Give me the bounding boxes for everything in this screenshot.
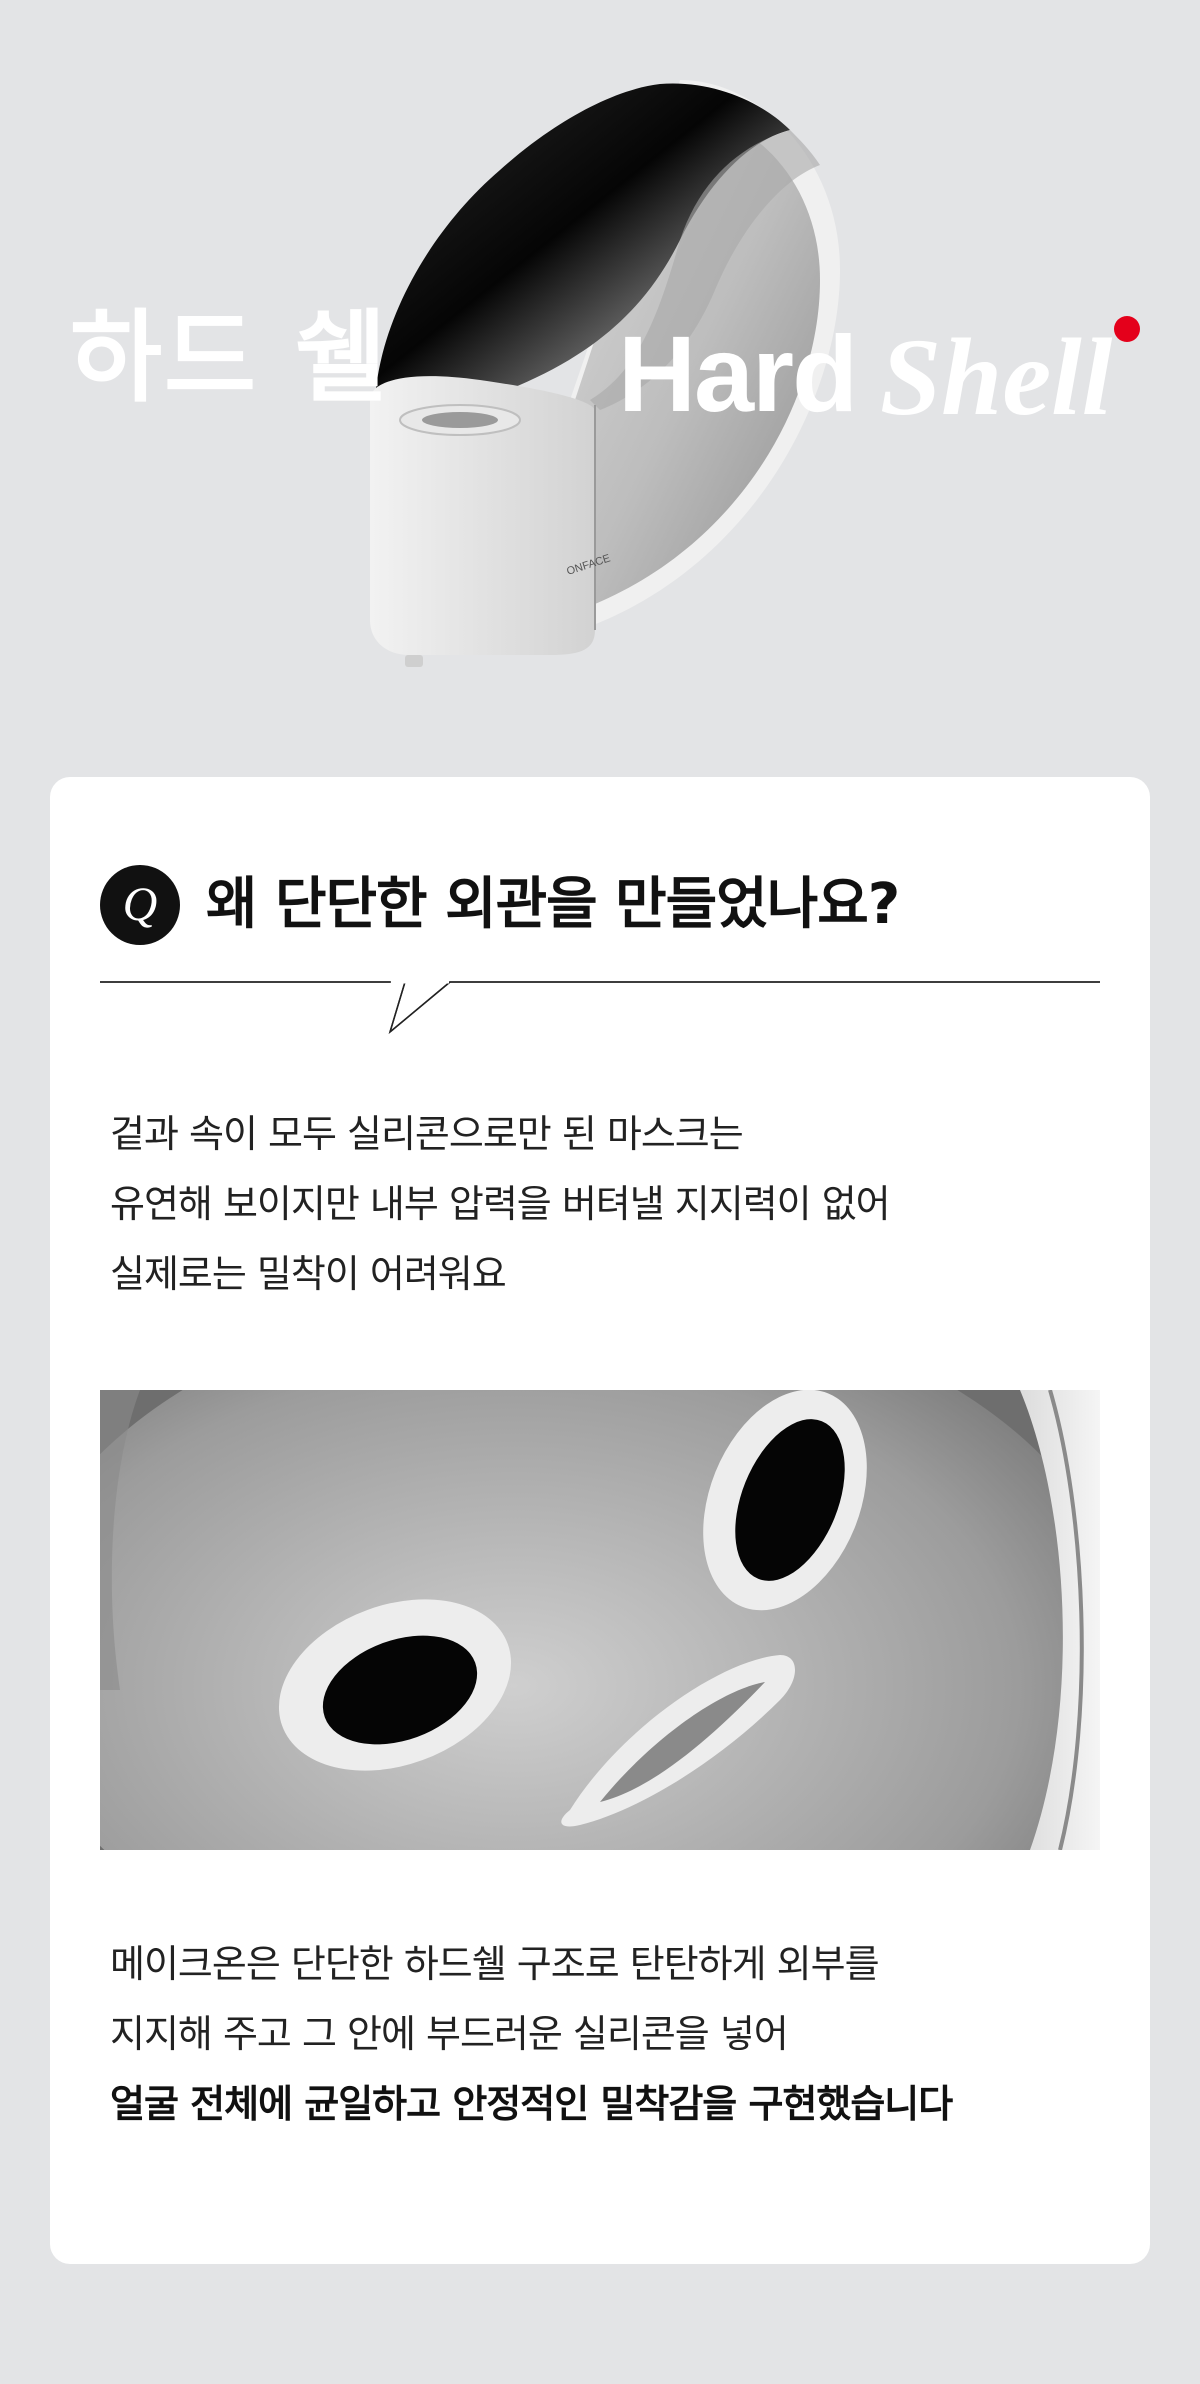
question-heading: 왜 단단한 외관을 만들었나요? [206,872,900,937]
question-badge: Q [100,865,180,945]
hero-title-korean: 하드 쉘 [70,299,389,416]
speech-bubble-divider [100,980,1100,1035]
paragraph-line: 겉과 속이 모두 실리콘으로만 된 마스크는 [110,1112,744,1156]
emphasis-line: 얼굴 전체에 균일하고 안정적인 밀착감을 구현했습니다 [110,2082,953,2126]
paragraph-line: 실제로는 밀착이 어려워요 [110,1252,507,1296]
red-accent-dot [1114,316,1140,342]
solution-paragraph: 메이크온은 단단한 하드쉘 구조로 탄탄하게 외부를 지지해 주고 그 안에 부… [110,1929,1100,2139]
paragraph-line: 메이크온은 단단한 하드쉘 구조로 탄탄하게 외부를 [110,1942,880,1986]
hero-title-english: Hard [618,313,858,434]
qa-card: Q 왜 단단한 외관을 만들었나요? 겉과 속이 모두 실리콘으로만 된 마스크… [50,777,1150,2264]
paragraph-line: 지지해 주고 그 안에 부드러운 실리콘을 넣어 [110,2012,789,2056]
mask-interior-image [100,1390,1100,1850]
hero-section: ONFACE 하드 쉘 Hard Shell [0,0,1200,720]
problem-paragraph: 겉과 속이 모두 실리콘으로만 된 마스크는 유연해 보이지만 내부 압력을 버… [110,1099,1100,1309]
paragraph-line: 유연해 보이지만 내부 압력을 버텨낼 지지력이 없어 [110,1182,891,1226]
hero-title-english-italic: Shell [880,316,1113,438]
